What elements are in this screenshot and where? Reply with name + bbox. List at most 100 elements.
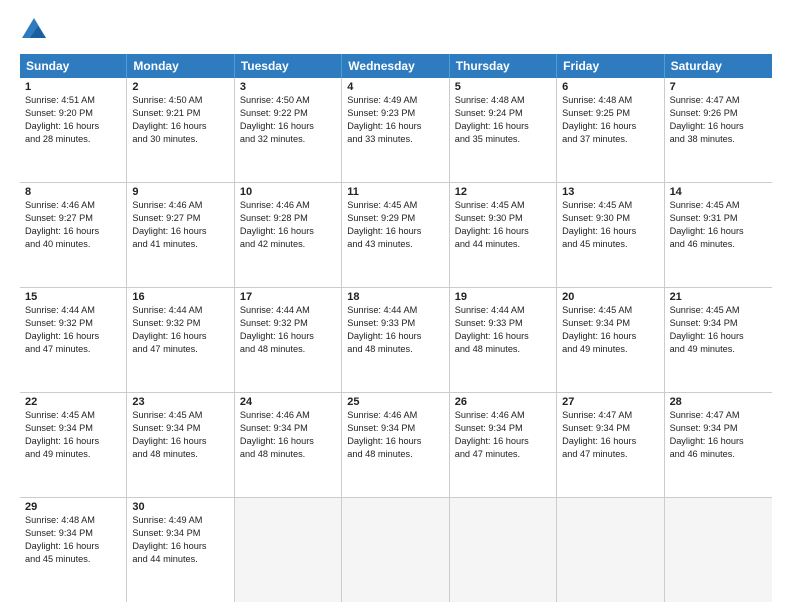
day-number: 8 <box>25 186 121 198</box>
calendar-cell <box>450 498 557 602</box>
day-info: Daylight: 16 hours <box>670 225 767 238</box>
day-info: Daylight: 16 hours <box>347 225 443 238</box>
day-info: Daylight: 16 hours <box>25 330 121 343</box>
calendar-week-row: 29Sunrise: 4:48 AMSunset: 9:34 PM Dayligh… <box>20 498 772 602</box>
day-info: Sunrise: 4:44 AM <box>347 304 443 317</box>
calendar-cell: 12Sunrise: 4:45 AMSunset: 9:30 PMDayligh… <box>450 183 557 287</box>
day-info: and 38 minutes. <box>670 133 767 146</box>
calendar-header-day: Friday <box>557 54 664 78</box>
day-info: Daylight: 16 hours <box>240 120 336 133</box>
calendar-cell <box>557 498 664 602</box>
day-number: 7 <box>670 81 767 93</box>
day-info: and 49 minutes. <box>670 343 767 356</box>
day-number: 18 <box>347 291 443 303</box>
day-info: Sunset: 9:20 PM <box>25 107 121 120</box>
day-info: Daylight: 16 hours <box>132 330 228 343</box>
day-info: Daylight: 16 hours <box>670 330 767 343</box>
day-info: Daylight: 16 hours <box>240 225 336 238</box>
day-info: Sunrise: 4:45 AM <box>670 304 767 317</box>
calendar-cell: 24Sunrise: 4:46 AMSunset: 9:34 PMDayligh… <box>235 393 342 497</box>
calendar-cell: 27Sunrise: 4:47 AMSunset: 9:34 PMDayligh… <box>557 393 664 497</box>
calendar-week-row: 8Sunrise: 4:46 AMSunset: 9:27 PMDaylight… <box>20 183 772 288</box>
day-number: 30 <box>132 501 228 513</box>
day-info: and 44 minutes. <box>132 553 228 566</box>
day-info: and 48 minutes. <box>455 343 551 356</box>
day-info: Daylight: 16 hours <box>132 540 228 553</box>
calendar-cell: 11Sunrise: 4:45 AMSunset: 9:29 PMDayligh… <box>342 183 449 287</box>
day-info: Sunset: 9:34 PM <box>25 527 121 540</box>
day-info: and 45 minutes. <box>562 238 658 251</box>
page: SundayMondayTuesdayWednesdayThursdayFrid… <box>0 0 792 612</box>
day-info: Sunrise: 4:46 AM <box>240 199 336 212</box>
day-number: 20 <box>562 291 658 303</box>
day-info: and 48 minutes. <box>240 448 336 461</box>
day-info: Sunset: 9:28 PM <box>240 212 336 225</box>
day-info: Daylight: 16 hours <box>25 225 121 238</box>
day-info: Sunset: 9:25 PM <box>562 107 658 120</box>
calendar-cell: 13Sunrise: 4:45 AMSunset: 9:30 PMDayligh… <box>557 183 664 287</box>
calendar-cell: 19Sunrise: 4:44 AMSunset: 9:33 PMDayligh… <box>450 288 557 392</box>
day-info: Sunset: 9:27 PM <box>132 212 228 225</box>
day-info: and 49 minutes. <box>562 343 658 356</box>
calendar-header: SundayMondayTuesdayWednesdayThursdayFrid… <box>20 54 772 78</box>
day-info: Sunset: 9:34 PM <box>132 422 228 435</box>
calendar-cell: 22Sunrise: 4:45 AMSunset: 9:34 PMDayligh… <box>20 393 127 497</box>
day-info: Sunset: 9:32 PM <box>25 317 121 330</box>
day-info: Sunrise: 4:48 AM <box>25 514 121 527</box>
calendar-cell: 4Sunrise: 4:49 AMSunset: 9:23 PMDaylight… <box>342 78 449 182</box>
day-number: 19 <box>455 291 551 303</box>
calendar-cell: 26Sunrise: 4:46 AMSunset: 9:34 PMDayligh… <box>450 393 557 497</box>
day-info: Sunset: 9:27 PM <box>25 212 121 225</box>
day-info: and 45 minutes. <box>25 553 121 566</box>
day-number: 14 <box>670 186 767 198</box>
calendar-week-row: 22Sunrise: 4:45 AMSunset: 9:34 PMDayligh… <box>20 393 772 498</box>
calendar-cell: 29Sunrise: 4:48 AMSunset: 9:34 PMDayligh… <box>20 498 127 602</box>
day-info: Sunrise: 4:44 AM <box>132 304 228 317</box>
calendar-cell: 2Sunrise: 4:50 AMSunset: 9:21 PMDaylight… <box>127 78 234 182</box>
day-info: and 42 minutes. <box>240 238 336 251</box>
day-info: and 48 minutes. <box>240 343 336 356</box>
day-info: Sunset: 9:29 PM <box>347 212 443 225</box>
day-info: Sunrise: 4:47 AM <box>562 409 658 422</box>
calendar-cell: 25Sunrise: 4:46 AMSunset: 9:34 PMDayligh… <box>342 393 449 497</box>
day-number: 26 <box>455 396 551 408</box>
calendar-cell: 20Sunrise: 4:45 AMSunset: 9:34 PMDayligh… <box>557 288 664 392</box>
day-info: Daylight: 16 hours <box>670 120 767 133</box>
day-info: Daylight: 16 hours <box>25 120 121 133</box>
calendar-cell: 9Sunrise: 4:46 AMSunset: 9:27 PMDaylight… <box>127 183 234 287</box>
day-number: 2 <box>132 81 228 93</box>
day-info: Daylight: 16 hours <box>455 120 551 133</box>
day-number: 13 <box>562 186 658 198</box>
day-info: Sunset: 9:34 PM <box>347 422 443 435</box>
calendar-cell: 15Sunrise: 4:44 AMSunset: 9:32 PMDayligh… <box>20 288 127 392</box>
day-info: Sunrise: 4:45 AM <box>670 199 767 212</box>
calendar-cell <box>665 498 772 602</box>
day-number: 3 <box>240 81 336 93</box>
day-number: 29 <box>25 501 121 513</box>
calendar-header-day: Wednesday <box>342 54 449 78</box>
day-info: and 48 minutes. <box>347 448 443 461</box>
day-number: 22 <box>25 396 121 408</box>
logo-icon <box>20 16 48 44</box>
day-info: Daylight: 16 hours <box>562 225 658 238</box>
calendar-cell: 10Sunrise: 4:46 AMSunset: 9:28 PMDayligh… <box>235 183 342 287</box>
day-info: and 43 minutes. <box>347 238 443 251</box>
calendar-cell: 1Sunrise: 4:51 AMSunset: 9:20 PMDaylight… <box>20 78 127 182</box>
day-info: Sunset: 9:21 PM <box>132 107 228 120</box>
calendar: SundayMondayTuesdayWednesdayThursdayFrid… <box>20 54 772 602</box>
day-info: Daylight: 16 hours <box>455 225 551 238</box>
day-info: Sunrise: 4:45 AM <box>455 199 551 212</box>
day-info: Sunrise: 4:44 AM <box>25 304 121 317</box>
day-info: Daylight: 16 hours <box>562 120 658 133</box>
day-info: Sunrise: 4:50 AM <box>132 94 228 107</box>
day-number: 28 <box>670 396 767 408</box>
day-info: Sunset: 9:34 PM <box>455 422 551 435</box>
day-info: Sunset: 9:33 PM <box>455 317 551 330</box>
day-info: Daylight: 16 hours <box>132 435 228 448</box>
day-info: and 47 minutes. <box>25 343 121 356</box>
day-info: and 44 minutes. <box>455 238 551 251</box>
calendar-cell: 23Sunrise: 4:45 AMSunset: 9:34 PMDayligh… <box>127 393 234 497</box>
day-info: Sunset: 9:34 PM <box>562 317 658 330</box>
day-info: Sunrise: 4:45 AM <box>347 199 443 212</box>
day-number: 9 <box>132 186 228 198</box>
